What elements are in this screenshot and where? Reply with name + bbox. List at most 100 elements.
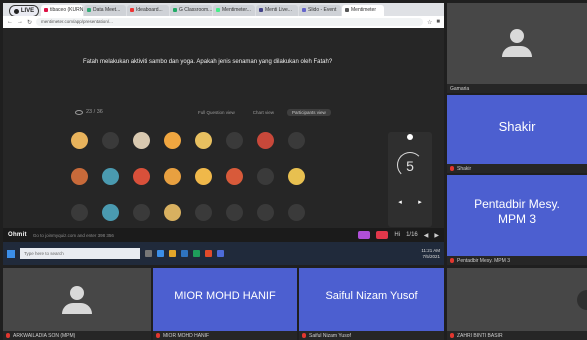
participant-name: Saiful Nizam Yusof [309, 332, 351, 339]
muted-mic-icon [156, 333, 160, 338]
tab-full-question-view[interactable]: Full Question view [193, 109, 240, 116]
record-dot-icon [13, 8, 19, 14]
presentation-slide: Fatah melakukan aktiviti sambo dan yoga.… [3, 28, 444, 248]
muted-mic-icon [450, 258, 454, 263]
timer-knob[interactable] [407, 134, 413, 140]
muted-mic-icon [6, 333, 10, 338]
participant-tile-pentadbir[interactable]: Pentadbir Mesy. MPM 3 Pentadbir Mesy. MP… [447, 175, 587, 265]
tab-label: Mentimeter... [222, 7, 251, 13]
chrome-icon[interactable] [205, 250, 212, 257]
participant-avatar [164, 132, 181, 149]
participant-avatar [71, 132, 88, 149]
join-instructions: Go to joinmyquiz.com and enter 398 356 [32, 232, 114, 238]
participant-avatar [133, 168, 150, 185]
tab-label: G Classroom... [179, 7, 212, 13]
shared-screen-tile: tibaceo (KURNIA... Data Meet... Ideaboard.… [3, 3, 444, 265]
participant-name-bar: MIOR MOHD HANIF [153, 331, 297, 340]
participant-tile-bottom-1[interactable]: ARKWAILADIA SON (MPM) [3, 268, 151, 340]
participant-name-bar: ARKWAILADIA SON (MPM) [3, 331, 151, 340]
zoom-app-icon[interactable] [217, 250, 224, 257]
participant-tile-zahri[interactable]: ZAHRI BINTI BASIR [447, 268, 587, 340]
clock-time: 11:21 AM [421, 247, 440, 253]
heart-reaction-button[interactable] [376, 231, 389, 239]
slide-counter: 1/16 [406, 232, 418, 238]
participant-tile-mior[interactable]: MIOR MOHD HANIF MIOR MOHD HANIF [153, 268, 297, 340]
participant-display-name: Saiful Nizam Yusof [325, 290, 418, 302]
participant-display-name: MIOR MOHD HANIF [174, 290, 276, 302]
participant-avatar [71, 168, 88, 185]
tab-favicon-icon [216, 7, 220, 12]
excel-icon[interactable] [193, 250, 200, 257]
muted-mic-icon [302, 333, 306, 338]
presenter-toolbar: Ohmit Go to joinmyquiz.com and enter 398… [3, 228, 444, 242]
clock-date: 7/5/2021 [422, 253, 440, 259]
tab-label: Slido - Event [308, 7, 337, 13]
participant-name: MIOR MOHD HANIF [163, 332, 210, 339]
browser-tab[interactable]: Slido - Event [299, 5, 341, 16]
folder-icon[interactable] [169, 250, 176, 257]
url-field[interactable]: mentimeter.com/app/presentation/... [36, 18, 423, 26]
muted-mic-icon [450, 166, 454, 171]
prev-slide-button[interactable]: ◀ [424, 232, 429, 239]
tab-chart-view[interactable]: Chart view [248, 109, 279, 116]
browser-tab[interactable]: Mentimeter [342, 5, 384, 16]
forward-arrow-icon[interactable]: → [17, 19, 23, 25]
windows-taskbar: Type here to search 11:21 AM 7/5/2021 [3, 242, 444, 265]
back-arrow-icon[interactable]: ← [7, 19, 13, 25]
participant-avatar [164, 168, 181, 185]
browser-tab[interactable]: Mentimeter... [213, 5, 255, 16]
reaction-button[interactable] [358, 231, 371, 239]
muted-mic-icon [450, 333, 454, 338]
participant-display-name: Shakir [498, 119, 536, 134]
participant-name-bar: Saiful Nizam Yusof [299, 331, 444, 340]
participant-avatar [195, 168, 212, 185]
windows-start-icon[interactable] [7, 249, 15, 258]
tab-favicon-icon [130, 7, 134, 12]
participant-name: ARKWAILADIA SON (MPM) [13, 332, 76, 339]
participant-avatar [195, 204, 212, 221]
participant-avatar [257, 168, 274, 185]
task-view-icon[interactable] [145, 250, 152, 257]
extension-icon[interactable]: ■ [436, 19, 440, 25]
system-clock: 11:21 AM 7/5/2021 [421, 248, 440, 260]
hi-control[interactable]: Hi [394, 232, 400, 238]
participant-avatar [257, 132, 274, 149]
participant-avatar [164, 204, 181, 221]
participant-avatar [102, 168, 119, 185]
participant-tile-gamaria[interactable]: Gamaria [447, 3, 587, 93]
participant-name-bar: Shakir [447, 164, 587, 173]
timer-value: 5 [406, 158, 414, 174]
tab-favicon-icon [173, 7, 177, 12]
response-count: 23 / 36 [86, 109, 103, 115]
browser-tab[interactable]: G Classroom... [170, 5, 212, 16]
browser-tab[interactable]: tibaceo (KURNIA... [41, 5, 83, 16]
participant-avatar [102, 204, 119, 221]
browser-tab[interactable]: Data Meet... [84, 5, 126, 16]
star-icon[interactable]: ☆ [427, 19, 432, 26]
participant-avatar [288, 168, 305, 185]
participant-avatar [133, 204, 150, 221]
eye-icon [75, 109, 83, 115]
user-placeholder-icon [62, 286, 92, 314]
next-slide-button[interactable]: ▶ [434, 232, 439, 239]
taskbar-search[interactable]: Type here to search [20, 248, 140, 259]
participant-tile-shakir[interactable]: Shakir Shakir [447, 95, 587, 173]
word-icon[interactable] [181, 250, 188, 257]
tab-favicon-icon [345, 7, 349, 12]
timer-minus-icon[interactable]: ◂ [396, 199, 404, 207]
participant-avatar [226, 204, 243, 221]
participant-tile-saiful[interactable]: Saiful Nizam Yusof Saiful Nizam Yusof [299, 268, 444, 340]
view-controls: 23 / 36 Full Question view Chart view Pa… [75, 107, 380, 117]
brand-logo: Ohmit [8, 232, 27, 238]
browser-tab[interactable]: Menti Live... [256, 5, 298, 16]
timer-plus-icon[interactable]: ▸ [416, 199, 424, 207]
participant-avatar [102, 132, 119, 149]
reload-icon[interactable]: ↻ [27, 19, 32, 26]
browser-tab[interactable]: Ideaboard... [127, 5, 169, 16]
meeting-window: tibaceo (KURNIA... Data Meet... Ideaboard.… [0, 0, 587, 340]
participant-display-name: Pentadbir Mesy. MPM 3 [474, 197, 560, 226]
tab-participants-view[interactable]: Participants view [287, 108, 331, 116]
tab-favicon-icon [44, 7, 48, 12]
participant-name: Gamaria [450, 85, 470, 92]
edge-icon[interactable] [157, 250, 164, 257]
